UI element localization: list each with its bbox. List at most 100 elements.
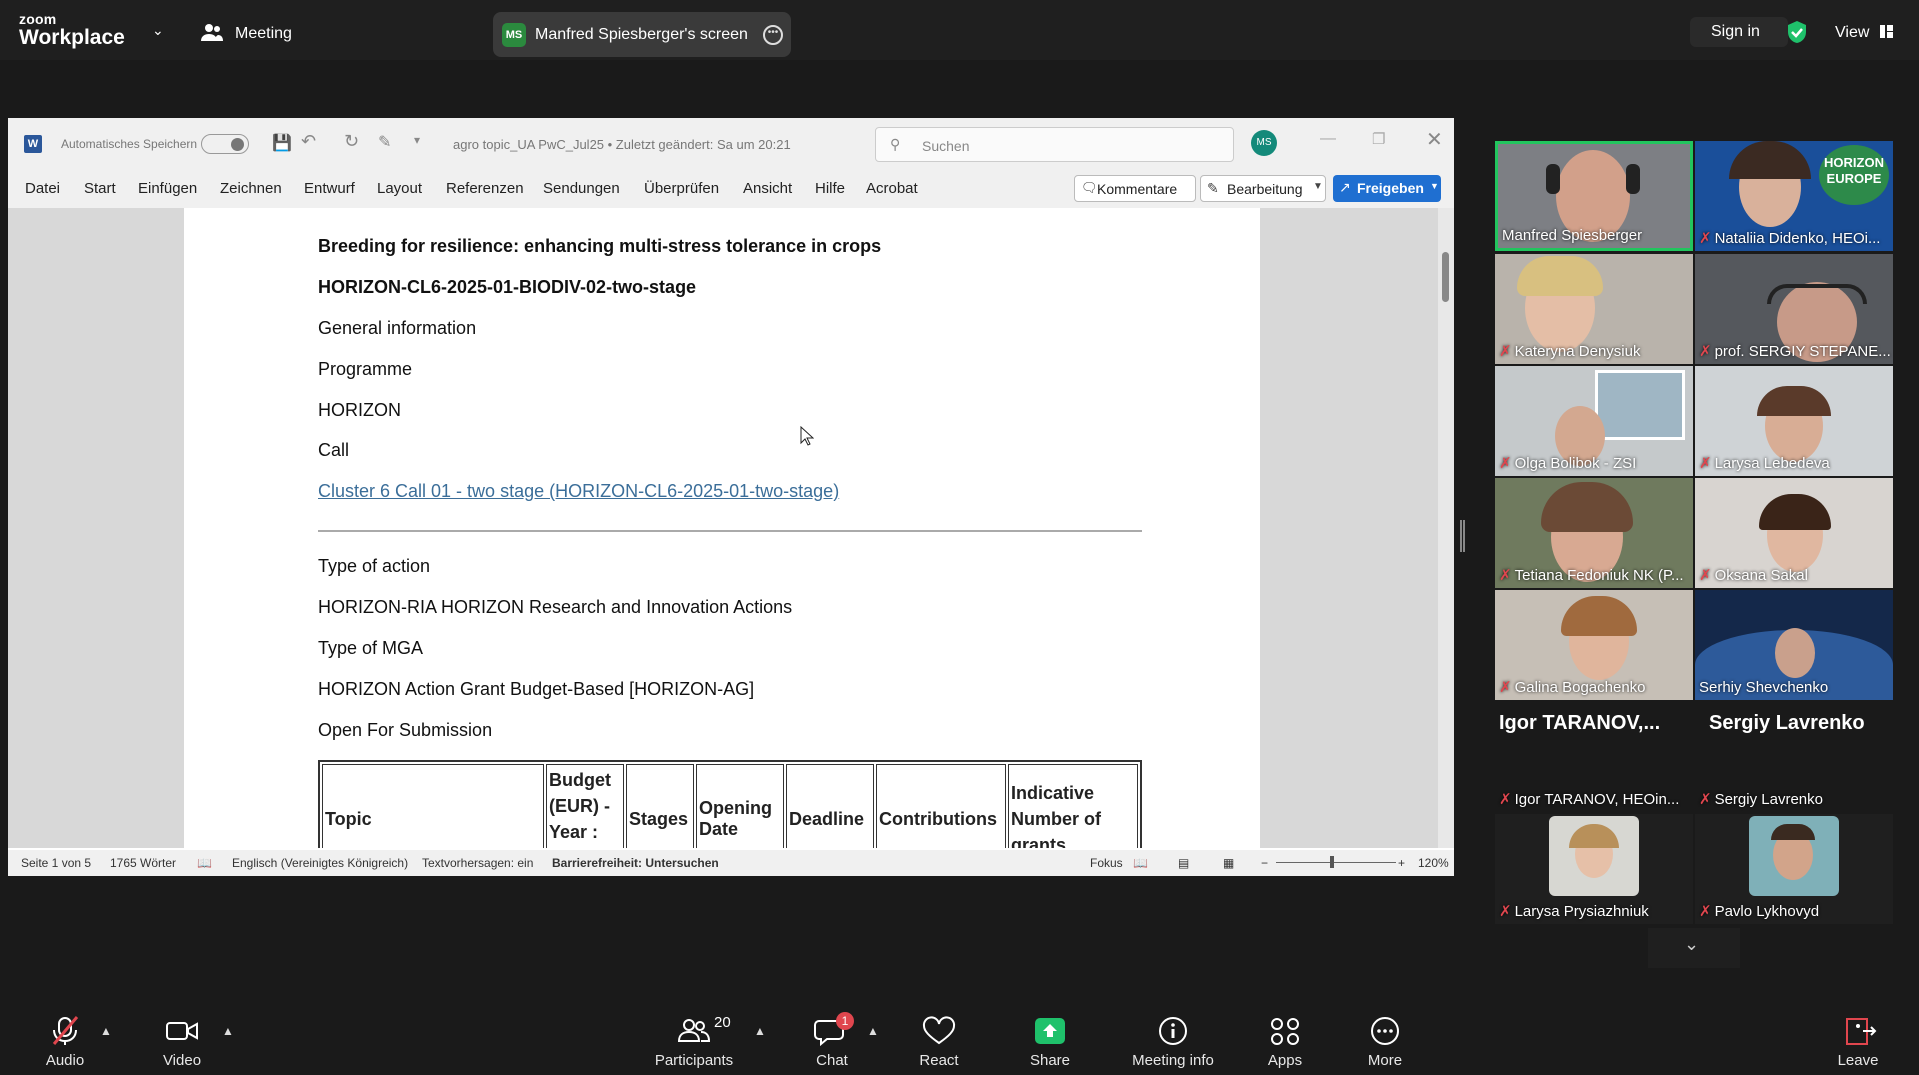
doc-action-value: HORIZON-RIA HORIZON Research and Innovat…: [318, 597, 793, 617]
tab-referenzen[interactable]: Referenzen: [446, 180, 524, 197]
tab-ansicht[interactable]: Ansicht: [743, 180, 792, 197]
heart-icon: [884, 1016, 994, 1046]
customize-toolbar-icon[interactable]: ▾: [414, 133, 420, 147]
sign-in-button[interactable]: Sign in: [1690, 17, 1788, 47]
tab-datei[interactable]: Datei: [25, 180, 60, 197]
participant-tile[interactable]: ✗ Larysa Prysiazhniuk: [1495, 814, 1693, 924]
participant-tile[interactable]: Manfred Spiesberger: [1495, 141, 1693, 251]
security-shield-icon[interactable]: [1786, 20, 1808, 44]
undo-icon[interactable]: ↶: [301, 131, 316, 152]
accessibility-checker[interactable]: Barrierefreiheit: Untersuchen: [552, 856, 719, 870]
save-icon[interactable]: 💾: [272, 133, 292, 153]
table-header-topic: Topic: [322, 764, 544, 848]
participant-tile[interactable]: Serhiy Shevchenko: [1695, 590, 1893, 700]
user-avatar[interactable]: MS: [1251, 130, 1277, 156]
participants-button[interactable]: 20 Participants: [639, 1004, 749, 1075]
tab-einfuegen[interactable]: Einfügen: [138, 180, 197, 197]
autosave-toggle[interactable]: [201, 134, 249, 154]
participant-tile[interactable]: ✗ Tetiana Fedoniuk NK (P...: [1495, 478, 1693, 588]
participants-options-caret[interactable]: ▲: [754, 1024, 766, 1038]
scrollbar-thumb[interactable]: [1442, 252, 1449, 302]
print-layout-icon[interactable]: ▤: [1178, 856, 1189, 870]
chat-button[interactable]: 1 Chat: [777, 1004, 887, 1075]
grid-view-icon[interactable]: [1880, 25, 1893, 38]
participant-name: ✗ Nataliia Didenko, HEOi...: [1699, 230, 1881, 247]
comments-button[interactable]: 🗨 Kommentare: [1074, 175, 1196, 202]
gallery-scroll-down-button[interactable]: ⌄: [1648, 928, 1740, 968]
panel-resize-handle[interactable]: [1460, 520, 1465, 552]
meeting-label[interactable]: Meeting: [235, 25, 292, 43]
document-page[interactable]: Breeding for resilience: enhancing multi…: [184, 208, 1260, 848]
avatar: [1549, 816, 1639, 896]
editing-mode-button[interactable]: ✎ Bearbeitung ▼: [1200, 175, 1326, 202]
participant-tile[interactable]: ✗ Kateryna Denysiuk: [1495, 254, 1693, 364]
search-icon: ⚲: [890, 136, 901, 152]
audio-options-caret[interactable]: ▲: [100, 1024, 112, 1038]
comment-icon: 🗨: [1081, 180, 1098, 195]
more-button[interactable]: More: [1330, 1004, 1440, 1075]
doc-topic-title: Breeding for resilience: enhancing multi…: [318, 236, 882, 256]
text-predictions[interactable]: Textvorhersagen: ein: [422, 856, 533, 870]
language-indicator[interactable]: Englisch (Vereinigtes Königreich): [232, 856, 408, 870]
tab-sendungen[interactable]: Sendungen: [543, 180, 620, 197]
restore-icon[interactable]: ❐: [1372, 130, 1385, 148]
participant-tile[interactable]: ✗ Pavlo Lykhovyd: [1695, 814, 1893, 924]
participant-tile[interactable]: Sergiy Lavrenko ✗ Sergiy Lavrenko: [1695, 702, 1893, 812]
video-button[interactable]: Video: [127, 1004, 237, 1075]
react-button[interactable]: React: [884, 1004, 994, 1075]
participant-tile[interactable]: ✗ Galina Bogachenko: [1495, 590, 1693, 700]
muted-mic-icon: ✗: [1699, 343, 1712, 360]
apps-button[interactable]: Apps: [1230, 1004, 1340, 1075]
participant-tile[interactable]: ✗ Larysa Lebedeva: [1695, 366, 1893, 476]
meeting-info-button[interactable]: Meeting info: [1118, 1004, 1228, 1075]
focus-mode[interactable]: Fokus: [1090, 856, 1123, 870]
participant-tile[interactable]: HORIZON EUROPE ✗ Nataliia Didenko, HEOi...: [1695, 141, 1893, 251]
chevron-down-icon: ▼: [1313, 181, 1323, 192]
word-search-box[interactable]: ⚲ Suchen: [875, 127, 1234, 162]
tab-entwurf[interactable]: Entwurf: [304, 180, 355, 197]
doc-call-link[interactable]: Cluster 6 Call 01 - two stage (HORIZON-C…: [318, 481, 839, 502]
redo-icon[interactable]: ↻: [344, 131, 359, 152]
web-layout-icon[interactable]: ▦: [1223, 856, 1234, 870]
close-icon[interactable]: ✕: [1426, 127, 1443, 152]
zoom-level[interactable]: 120%: [1418, 856, 1449, 870]
leave-button[interactable]: Leave: [1803, 1004, 1913, 1075]
tab-zeichnen[interactable]: Zeichnen: [220, 180, 282, 197]
participant-tile[interactable]: ✗ Oksana Sakal: [1695, 478, 1893, 588]
chat-options-caret[interactable]: ▲: [867, 1024, 879, 1038]
word-app-icon: W: [24, 135, 42, 153]
tab-start[interactable]: Start: [84, 180, 116, 197]
table-header-budget: Budget (EUR) - Year : 2025: [546, 764, 624, 848]
share-screen-button[interactable]: Share: [995, 1004, 1105, 1075]
screen-share-indicator[interactable]: MS Manfred Spiesberger's screen •••: [493, 12, 791, 57]
proofing-icon[interactable]: 📖: [197, 856, 212, 870]
zoom-slider[interactable]: [1276, 856, 1396, 868]
chat-unread-badge: 1: [836, 1012, 854, 1030]
tab-layout[interactable]: Layout: [377, 180, 422, 197]
tab-hilfe[interactable]: Hilfe: [815, 180, 845, 197]
vertical-scrollbar[interactable]: [1438, 208, 1454, 848]
minimize-icon[interactable]: —: [1320, 130, 1336, 148]
zoom-in-icon[interactable]: +: [1398, 856, 1405, 870]
tab-ueberpruefen[interactable]: Überprüfen: [644, 180, 719, 197]
word-count[interactable]: 1765 Wörter: [110, 856, 176, 870]
chevron-down-icon[interactable]: ⌄: [152, 22, 164, 39]
muted-mic-icon: ✗: [1499, 343, 1512, 360]
page-indicator[interactable]: Seite 1 von 5: [21, 856, 91, 870]
pencil-icon: ✎: [1207, 180, 1219, 196]
participant-tile[interactable]: ✗ prof. SERGIY STEPANE...: [1695, 254, 1893, 364]
zoom-slider-thumb[interactable]: [1330, 856, 1334, 868]
audio-button[interactable]: Audio: [10, 1004, 120, 1075]
more-options-icon[interactable]: •••: [763, 25, 783, 45]
read-mode-icon[interactable]: 📖: [1133, 856, 1148, 870]
tab-acrobat[interactable]: Acrobat: [866, 180, 918, 197]
video-options-caret[interactable]: ▲: [222, 1024, 234, 1038]
participant-tile[interactable]: ✗ Olga Bolibok - ZSI: [1495, 366, 1693, 476]
document-title[interactable]: agro topic_UA PwC_Jul25 • Zuletzt geände…: [453, 137, 791, 152]
zoom-out-icon[interactable]: −: [1261, 856, 1268, 870]
doc-mga-label: Type of MGA: [318, 638, 424, 658]
view-button[interactable]: View: [1835, 24, 1869, 42]
share-document-button[interactable]: ↗ Freigeben ▼: [1333, 175, 1441, 202]
touch-mode-icon[interactable]: ✎: [378, 132, 391, 152]
participant-tile[interactable]: Igor TARANOV,... ✗ Igor TARANOV, HEOin...: [1495, 702, 1693, 812]
